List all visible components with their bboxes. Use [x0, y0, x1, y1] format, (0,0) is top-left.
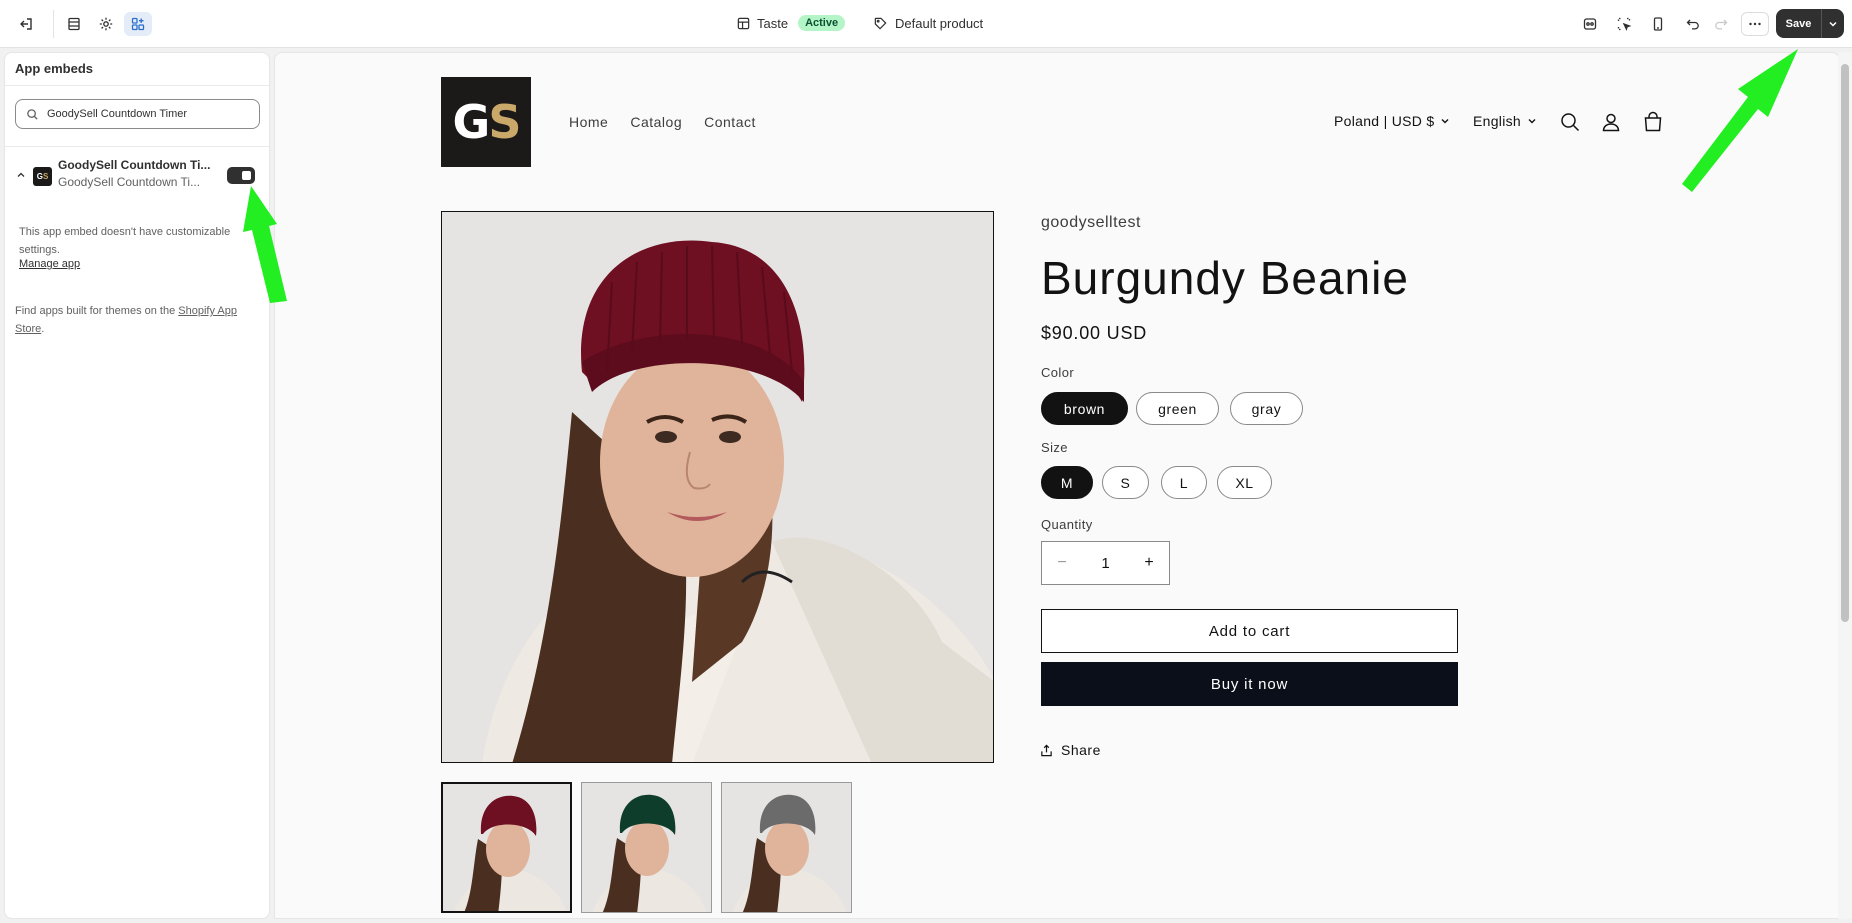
share-label: Share	[1061, 742, 1101, 758]
save-options-chevron-down-icon[interactable]	[1821, 9, 1844, 38]
logo-s: S	[488, 95, 521, 149]
redo-icon[interactable]	[1707, 12, 1735, 36]
sections-icon[interactable]	[60, 12, 88, 36]
embed-note: This app embed doesn't have customizable…	[19, 226, 231, 256]
quantity-decrease-button[interactable]: −	[1042, 542, 1082, 584]
search-icon[interactable]	[1559, 111, 1581, 133]
quantity-stepper: − 1 +	[1041, 541, 1170, 585]
color-option-brown[interactable]: brown	[1041, 392, 1128, 425]
theme-selector[interactable]: Taste Active	[736, 12, 846, 34]
preview-scrollbar[interactable]	[1838, 52, 1852, 919]
exit-icon[interactable]	[12, 12, 40, 36]
layout-icon	[737, 17, 750, 29]
account-icon[interactable]	[1600, 111, 1622, 133]
product-vendor: goodyselltest	[1041, 214, 1141, 231]
product-title: Burgundy Beanie	[1041, 252, 1409, 304]
chevron-down-icon	[1441, 119, 1449, 124]
toolbar-divider	[53, 10, 54, 38]
green-beanie-thumb-image	[582, 783, 711, 912]
find-apps-suffix: .	[41, 323, 45, 335]
logo-s: S	[42, 172, 49, 181]
editor-topbar: Taste Active Default product Save	[0, 0, 1852, 48]
divider	[5, 146, 269, 147]
tag-icon	[874, 17, 887, 30]
country-selector[interactable]: Poland | USD $	[1334, 113, 1450, 129]
inspector-icon[interactable]	[1576, 12, 1604, 36]
language-selector[interactable]: English	[1473, 113, 1537, 129]
app-embed-item: GS GoodySell Countdown Ti... GoodySell C…	[5, 157, 269, 197]
search-input[interactable]	[47, 108, 247, 120]
product-price: $90.00 USD	[1041, 323, 1148, 343]
app-embeds-icon[interactable]	[124, 12, 152, 36]
logo-g: G	[452, 95, 491, 149]
quantity-label: Quantity	[1041, 517, 1093, 532]
cart-icon[interactable]	[1642, 111, 1664, 133]
size-label: Size	[1041, 440, 1068, 455]
more-actions-icon[interactable]	[1741, 12, 1769, 36]
nav-home[interactable]: Home	[569, 114, 608, 130]
theme-name: Taste	[757, 15, 789, 31]
buy-it-now-button[interactable]: Buy it now	[1041, 662, 1458, 706]
gray-beanie-thumb-image	[722, 783, 851, 912]
app-embeds-panel: App embeds GS GoodySell Countdown Ti... …	[4, 52, 270, 919]
main-nav: Home Catalog Contact	[569, 114, 756, 130]
save-button-group: Save	[1776, 9, 1844, 38]
thumbnail-green[interactable]	[581, 782, 712, 913]
burgundy-beanie-thumb-image	[443, 784, 570, 911]
share-icon	[1041, 744, 1052, 756]
store-preview: GS Home Catalog Contact Poland | USD $ E…	[274, 52, 1840, 919]
add-to-cart-button[interactable]: Add to cart	[1041, 609, 1458, 653]
search-icon	[27, 108, 38, 120]
template-selector[interactable]: Default product	[873, 12, 983, 34]
template-name: Default product	[895, 15, 984, 31]
theme-settings-gear-icon[interactable]	[92, 12, 120, 36]
manage-app-link[interactable]: Manage app	[19, 258, 80, 270]
find-apps-text: Find apps built for themes on the Shopif…	[15, 302, 260, 338]
embed-subtitle: GoodySell Countdown Ti...	[58, 175, 201, 189]
color-label: Color	[1041, 365, 1075, 380]
select-element-icon[interactable]	[1610, 12, 1638, 36]
goodysell-logo: GS	[33, 167, 52, 186]
color-option-green[interactable]: green	[1136, 392, 1219, 425]
status-badge: Active	[798, 15, 846, 31]
undo-icon[interactable]	[1679, 12, 1707, 36]
size-option-m[interactable]: M	[1041, 466, 1093, 499]
size-option-s[interactable]: S	[1102, 466, 1149, 499]
product-main-image[interactable]	[441, 211, 994, 763]
woman-in-beanie-image	[442, 212, 993, 762]
scrollbar-thumb[interactable]	[1841, 64, 1849, 622]
nav-contact[interactable]: Contact	[704, 114, 756, 130]
quantity-increase-button[interactable]: +	[1129, 542, 1169, 584]
save-button[interactable]: Save	[1776, 9, 1821, 38]
thumbnail-burgundy[interactable]	[441, 782, 572, 913]
panel-title: App embeds	[15, 61, 94, 76]
size-option-l[interactable]: L	[1161, 466, 1207, 499]
share-button[interactable]: Share	[1040, 742, 1101, 758]
language-label: English	[1473, 113, 1522, 129]
mobile-preview-icon[interactable]	[1644, 12, 1672, 36]
color-option-gray[interactable]: gray	[1230, 392, 1303, 425]
find-apps-prefix: Find apps built for themes on the	[15, 305, 179, 317]
chevron-up-icon[interactable]	[15, 169, 27, 181]
size-option-xl[interactable]: XL	[1217, 466, 1272, 499]
quantity-value[interactable]: 1	[1082, 542, 1129, 584]
embed-name: GoodySell Countdown Ti...	[58, 158, 211, 172]
country-label: Poland | USD $	[1334, 113, 1435, 129]
thumbnail-gray[interactable]	[721, 782, 852, 913]
divider	[5, 85, 269, 86]
nav-catalog[interactable]: Catalog	[630, 114, 682, 130]
store-logo[interactable]: GS	[441, 77, 531, 167]
chevron-down-icon	[1528, 119, 1536, 124]
embed-toggle[interactable]	[227, 167, 255, 184]
search-field[interactable]	[15, 99, 260, 129]
